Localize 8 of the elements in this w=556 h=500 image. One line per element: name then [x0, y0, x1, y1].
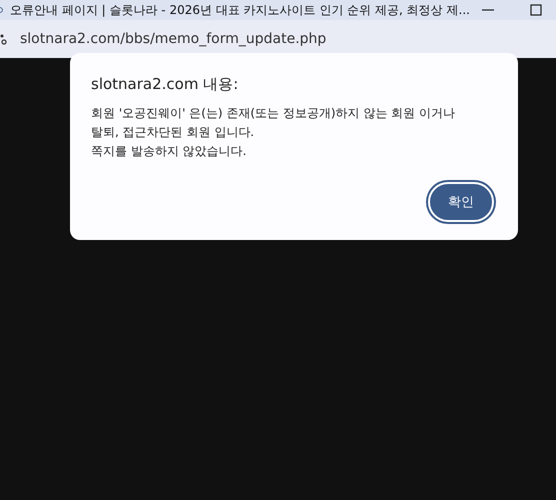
- maximize-icon[interactable]: [530, 4, 542, 16]
- message-text: 쪽지를 발송하지 않았습니다.: [91, 143, 248, 160]
- site-settings-icon[interactable]: [0, 33, 8, 45]
- message-text: 회원 '오공진웨이' 은(는) 존재(또는 정보공개)하지 않는 회원 이거나: [91, 105, 456, 122]
- ok-button[interactable]: 확인: [428, 182, 494, 222]
- dialog-title: slotnara2.com 내용:: [91, 75, 240, 94]
- window-title: 오류안내 페이지 | 슬롯나라 - 2026년 대표 카지노사이트 인기 순위 제공, 최정상 제...: [10, 2, 471, 18]
- message-text: 탈퇴, 접근차단된 회원 입니다.: [91, 124, 256, 141]
